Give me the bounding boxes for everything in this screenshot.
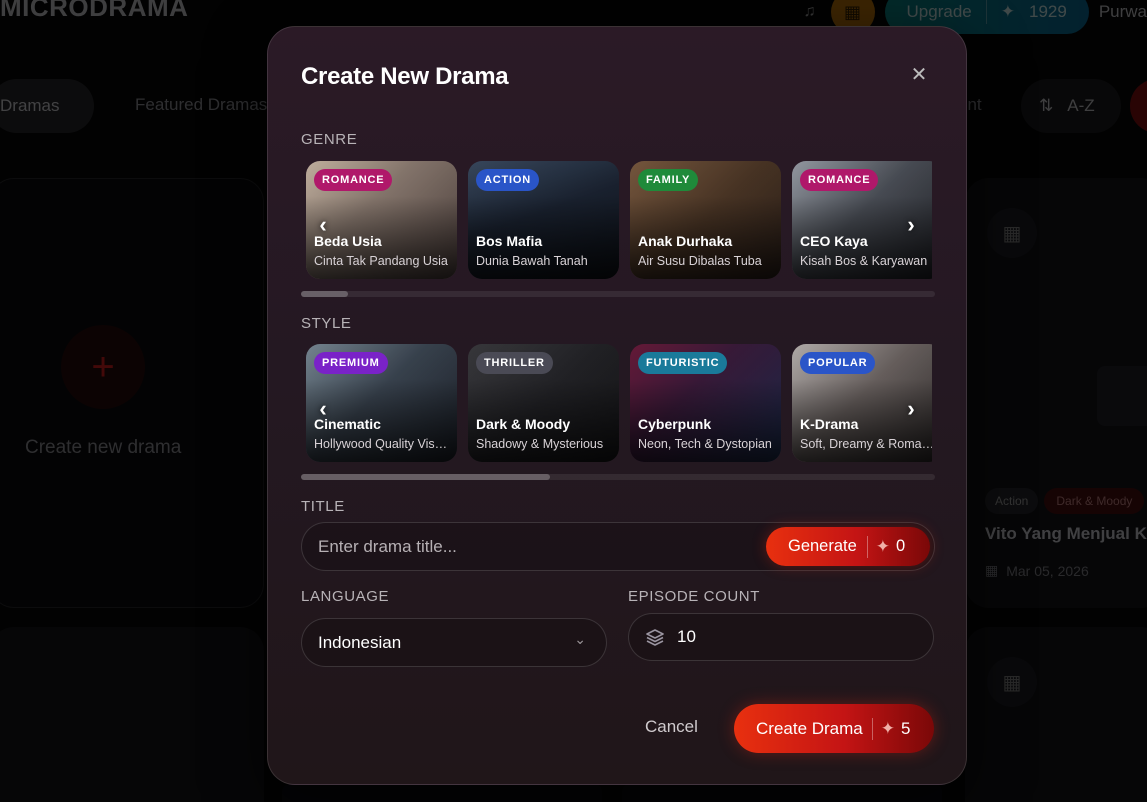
title-input[interactable] [318,523,748,570]
style-card[interactable]: THRILLER Dark & Moody Shadowy & Mysterio… [468,344,619,462]
genre-badge: ROMANCE [314,169,393,191]
create-drama-cost: 5 [901,718,911,738]
episode-count-value: 10 [677,627,696,646]
genre-title: Anak Durhaka [638,233,733,249]
genre-scrollbar[interactable] [301,291,935,297]
style-card[interactable]: FUTURISTIC Cyberpunk Neon, Tech & Dystop… [630,344,781,462]
language-value: Indonesian [318,632,402,652]
style-subtitle: Shadowy & Mysterious [476,437,604,451]
style-scroll-thumb[interactable] [301,474,550,480]
title-field: Generate ✦ 0 [301,522,935,571]
divider [866,535,868,558]
genre-scroll-thumb[interactable] [301,291,348,297]
style-carousel: PREMIUM Cinematic Hollywood Quality Visu… [306,344,932,462]
style-next-arrow-icon[interactable]: › [896,394,926,424]
episode-count-field[interactable]: 10 [628,613,934,661]
style-subtitle: Soft, Dreamy & Romantic [800,437,932,451]
create-drama-modal: Create New Drama ✕ GENRE ROMANCE Beda Us… [267,26,967,785]
genre-title: Bos Mafia [476,233,543,249]
genre-next-arrow-icon[interactable]: › [896,210,926,240]
style-title: Cyberpunk [638,416,712,432]
style-badge: THRILLER [476,352,553,374]
layers-icon [645,627,665,647]
style-label: STYLE [301,315,352,332]
genre-subtitle: Cinta Tak Pandang Usia [314,254,448,268]
create-drama-button[interactable]: Create Drama ✦ 5 [734,704,934,753]
chevron-down-icon: ⌄ [574,631,586,647]
style-scrollbar[interactable] [301,474,935,480]
modal-title: Create New Drama [301,63,509,90]
create-drama-label: Create Drama [756,718,863,738]
genre-label: GENRE [301,131,358,148]
style-badge: FUTURISTIC [638,352,728,374]
generate-cost: 0 [896,537,906,555]
genre-badge: ACTION [476,169,539,191]
style-badge: PREMIUM [314,352,388,374]
divider [871,717,873,740]
language-select[interactable]: Indonesian ⌄ [301,618,607,667]
genre-card[interactable]: FAMILY Anak Durhaka Air Susu Dibalas Tub… [630,161,781,279]
generate-button[interactable]: Generate ✦ 0 [766,527,930,566]
style-title: K-Drama [800,416,859,432]
style-prev-arrow-icon[interactable]: ‹ [308,394,338,424]
style-title: Dark & Moody [476,416,571,432]
genre-badge: ROMANCE [800,169,879,191]
genre-subtitle: Dunia Bawah Tanah [476,254,588,268]
genre-subtitle: Air Susu Dibalas Tuba [638,254,762,268]
sparkle-icon: ✦ [880,718,896,738]
genre-prev-arrow-icon[interactable]: ‹ [308,210,338,240]
genre-carousel: ROMANCE Beda Usia Cinta Tak Pandang Usia… [306,161,932,279]
genre-card[interactable]: ACTION Bos Mafia Dunia Bawah Tanah [468,161,619,279]
sparkle-icon: ✦ [875,536,891,556]
genre-subtitle: Kisah Bos & Karyawan [800,254,928,268]
episode-count-label: EPISODE COUNT [628,588,760,605]
cancel-button[interactable]: Cancel [645,717,698,737]
genre-title: CEO Kaya [800,233,868,249]
genre-badge: FAMILY [638,169,699,191]
style-badge: POPULAR [800,352,876,374]
language-label: LANGUAGE [301,588,390,605]
style-subtitle: Neon, Tech & Dystopian [638,437,772,451]
title-label: TITLE [301,498,345,515]
close-icon[interactable]: ✕ [906,61,932,87]
generate-label: Generate [788,537,857,555]
style-subtitle: Hollywood Quality Visuals [314,437,454,451]
